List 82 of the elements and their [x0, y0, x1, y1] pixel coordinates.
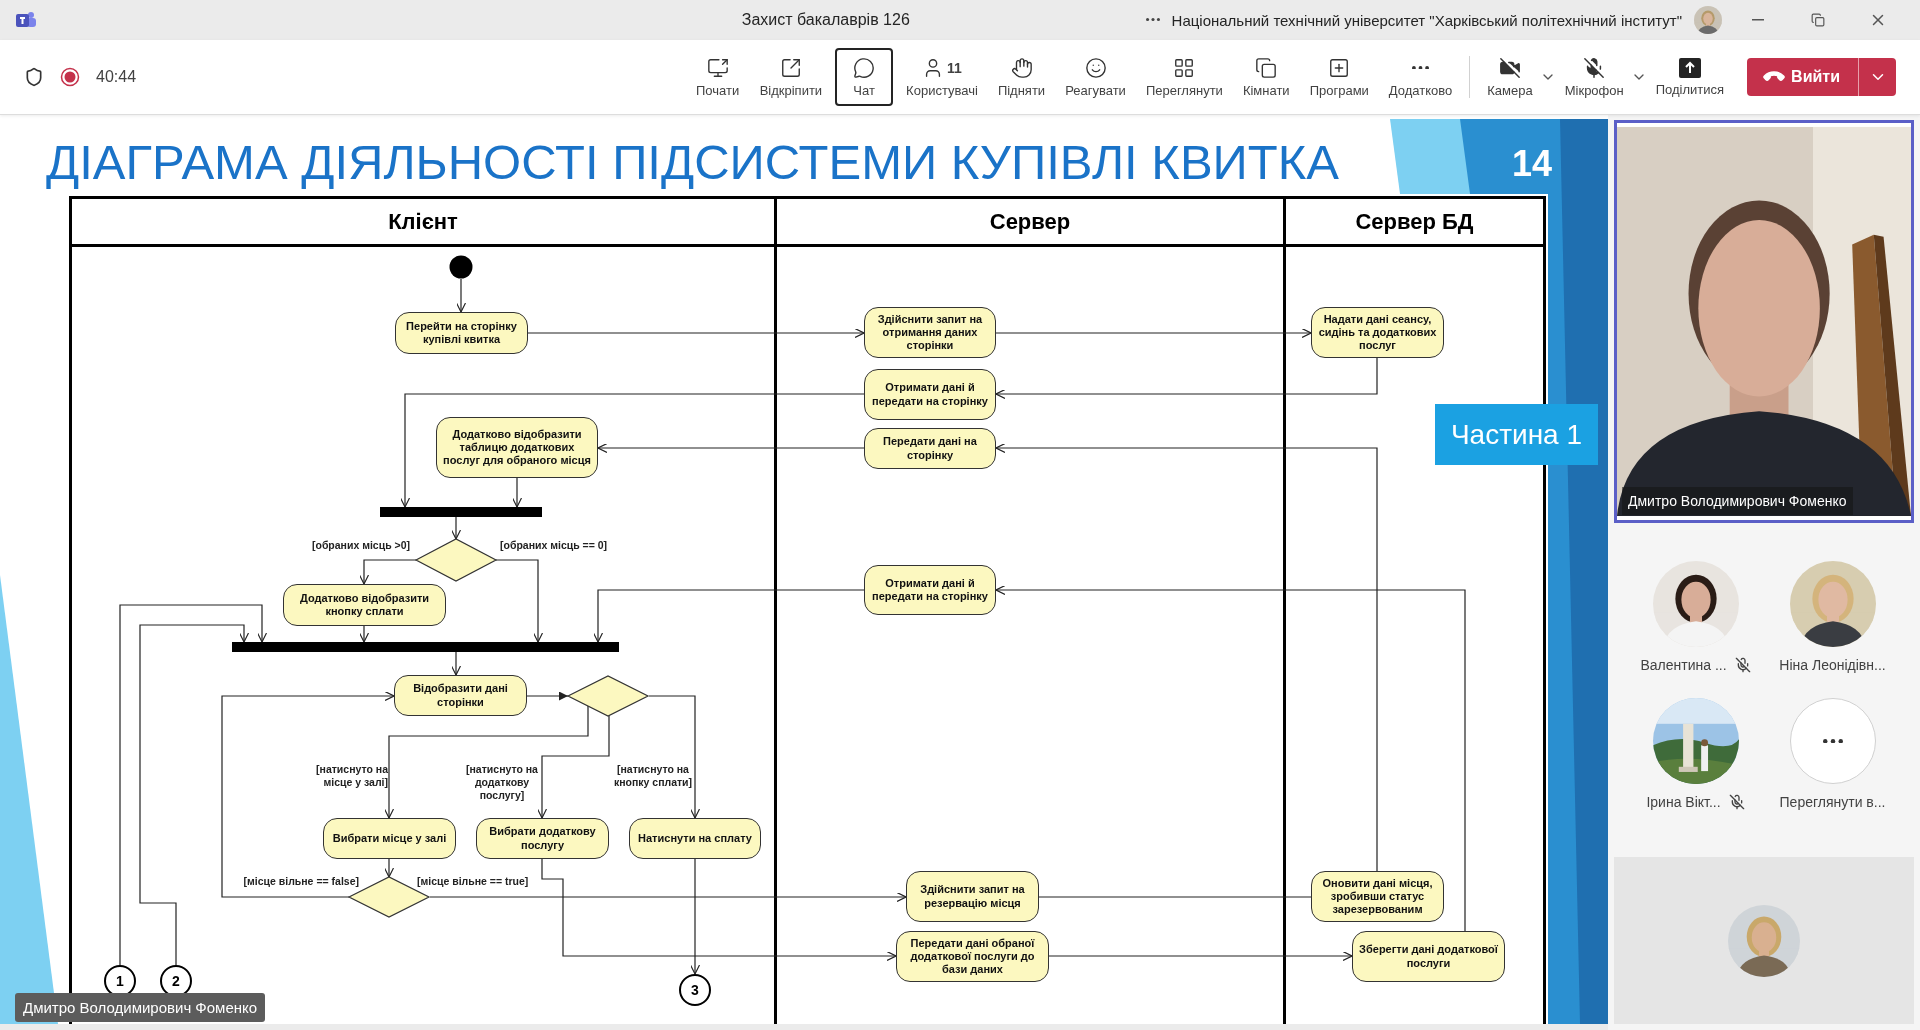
monitor-icon [706, 56, 729, 79]
pop-out-icon [779, 56, 802, 79]
leave-button[interactable]: Вийти [1747, 58, 1858, 96]
hand-icon [1010, 56, 1033, 79]
action-node: Здійснити запит на резервацію місця [906, 871, 1039, 922]
flow-arrow [358, 625, 370, 643]
react-button[interactable]: Реагувати [1058, 48, 1133, 106]
smiley-icon [1084, 56, 1107, 79]
camera-button[interactable]: Камера [1480, 48, 1540, 106]
guard-label: [натиснуто на місце у залі] [315, 763, 388, 790]
rooms-button[interactable]: Кімнати [1235, 48, 1297, 106]
people-button[interactable]: 11 Користувачі [899, 48, 985, 106]
more-icon [1145, 18, 1160, 22]
action-node: Відобразити дані сторінки [394, 675, 527, 716]
organization-name: Національний технічний університет "Харківський політехнічний інститут" [1171, 11, 1682, 29]
guard-label: [місце вільне == false] [243, 875, 359, 889]
guard-label: [місце вільне == true] [417, 875, 529, 889]
squares-icon [1255, 56, 1278, 79]
microphone-off-icon [1728, 794, 1745, 810]
action-node: Натиснути на сплату [629, 818, 761, 859]
slide-title: ДІАГРАМА ДІЯЛЬНОСТІ ПІДСИСТЕМИ КУПІВЛІ КВИТКА [46, 134, 1339, 190]
participant-name: Дмитро Володимирович Фоменко [1622, 487, 1853, 515]
restore-icon [1811, 13, 1825, 27]
action-node: Отримати дані й передати на сторінку [864, 565, 996, 615]
meeting-timer: 40:44 [96, 68, 137, 86]
leave-menu-button[interactable] [1858, 58, 1896, 96]
action-node: Зберегти дані додаткової послуги [1352, 931, 1505, 982]
minimize-icon [1752, 19, 1764, 21]
microphone-off-icon [1583, 56, 1606, 79]
action-node: Надати дані сеансу, сидінь та додаткових послуг [1311, 307, 1444, 358]
action-node: Додатково відобразити таблицю додаткових послуг для обраного місця [436, 417, 598, 478]
action-node: Оновити дані місця, зробивши статус зарезервованим [1311, 871, 1444, 922]
flow-arrow [526, 691, 569, 701]
participant-name: Ніна Леонідівн... [1779, 657, 1886, 673]
flow-arrow [358, 559, 417, 585]
participant-name: Переглянути в... [1779, 794, 1886, 810]
part-badge: Частина 1 [1435, 404, 1598, 465]
guard-label: [обраних місць == 0] [500, 539, 608, 553]
apps-button[interactable]: Програми [1302, 48, 1376, 106]
window-title: Захист бакалаврів 126 [741, 11, 910, 29]
lane-header: Сервер БД [1286, 199, 1543, 247]
video-tile[interactable]: Дмитро Володимирович Фоменко [1614, 120, 1914, 523]
grid-icon [1173, 56, 1196, 79]
app-logo-icon [16, 11, 36, 29]
flow-arrow [450, 516, 462, 540]
presenter-name: Дмитро Володимирович Фоменко [15, 993, 266, 1022]
flow-arrow [450, 651, 462, 676]
flow-arrow [455, 278, 467, 313]
guard-label: [натиснуто на кнопку сплати] [612, 763, 694, 790]
guard-label: [обраних місць >0] [311, 539, 410, 553]
share-button[interactable]: Поділитися [1648, 48, 1732, 106]
more-button[interactable]: Додатково [1381, 48, 1460, 106]
slide-number: 14 [1512, 143, 1553, 185]
action-node: Передати дані на сторінку [864, 428, 996, 469]
pop-out-button[interactable]: Відкріпити [752, 48, 830, 106]
more-icon [1822, 738, 1843, 744]
action-node: Передати дані обраної додаткової послуги до бази даних [896, 931, 1049, 982]
lane-header: Клієнт [72, 199, 774, 247]
action-node: Перейти на сторінку купівлі квитка [395, 312, 528, 354]
share-icon [1678, 57, 1701, 78]
hand-button[interactable]: Підняти [990, 48, 1053, 106]
more-icon [1412, 65, 1430, 70]
chat-button[interactable]: Чат [835, 48, 894, 106]
initial-node [449, 255, 473, 279]
participant-name: Валентина ... [1640, 657, 1727, 673]
view-button[interactable]: Переглянути [1138, 48, 1230, 106]
present-button[interactable]: Почати [688, 48, 747, 106]
lane-header: Сервер [777, 199, 1283, 247]
chat-icon [853, 56, 876, 79]
plus-square-icon [1328, 56, 1351, 79]
action-node: Отримати дані й передати на сторінку [864, 369, 996, 420]
microphone-off-icon [1734, 657, 1751, 673]
camera-off-icon [1499, 56, 1521, 79]
action-node: Додатково відобразити кнопку сплати [283, 584, 446, 626]
action-node: Вибрати додаткову послугу [476, 818, 609, 859]
action-node: Вибрати місце у залі [323, 818, 456, 859]
participant-name: Ірина Вікт... [1646, 794, 1721, 810]
connector-node: 3 [679, 974, 711, 1006]
action-node: Здійснити запит на отримання даних сторінки [864, 307, 996, 358]
mic-button[interactable]: Мікрофон [1557, 48, 1631, 106]
shield-icon [24, 67, 44, 87]
guard-label: [натиснуто на додаткову послугу] [465, 763, 539, 803]
